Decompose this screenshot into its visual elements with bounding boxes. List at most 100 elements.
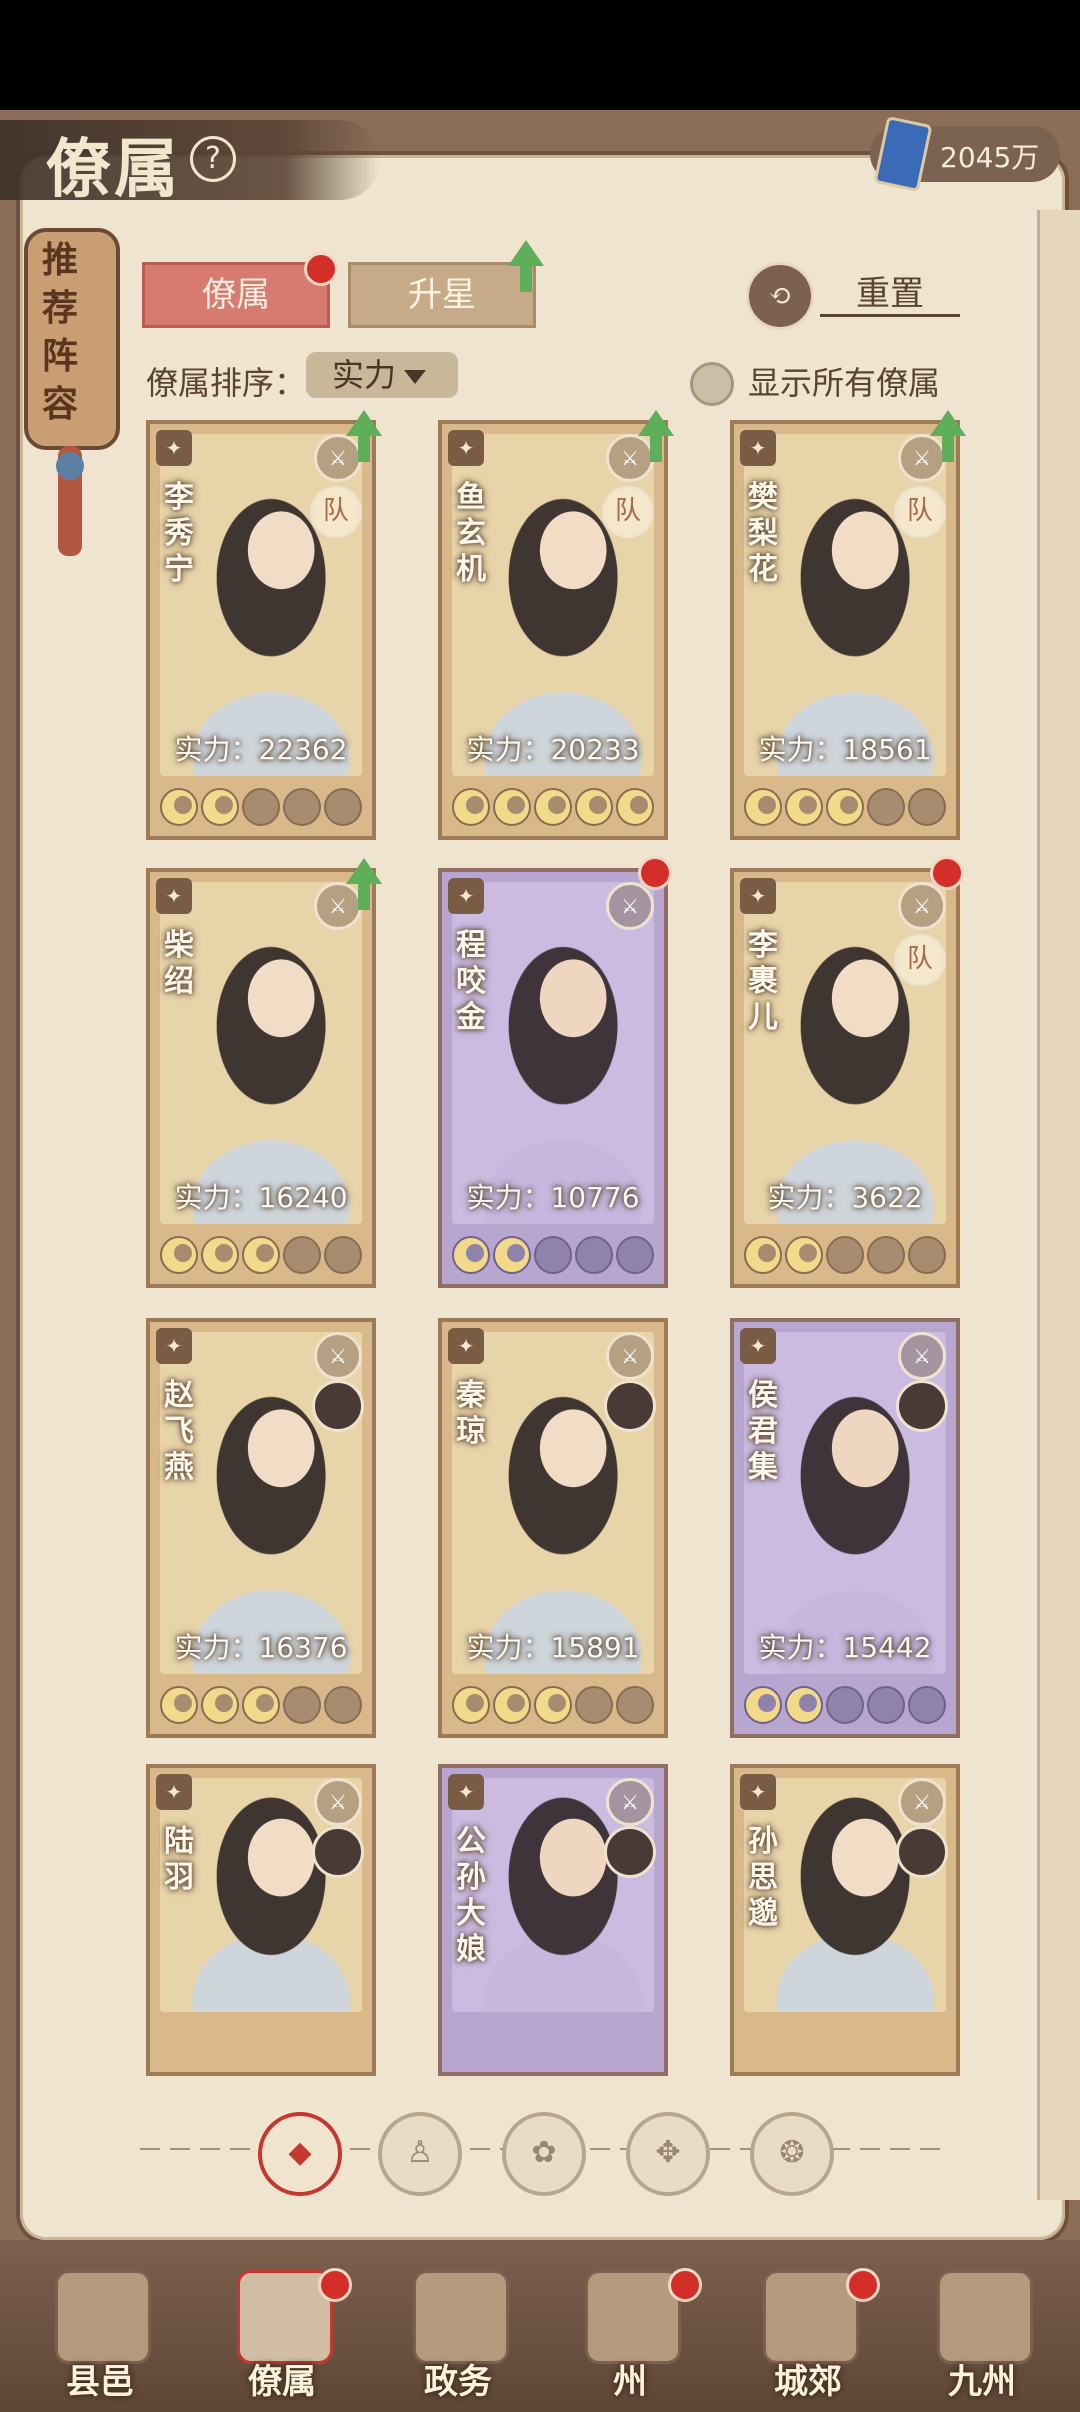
- weapon-icon: ⚔: [606, 882, 654, 930]
- moon-star-empty-icon: [283, 1236, 321, 1274]
- weapon-icon: ⚔: [898, 1778, 946, 1826]
- power-value: 实力：3622: [767, 1181, 923, 1214]
- upgrade-arrow-stem: [520, 264, 532, 292]
- retainer-name: 陆羽: [164, 1824, 194, 1895]
- retainer-card[interactable]: ✦ ⚔ 赵飞燕 实力：16376: [146, 1318, 376, 1738]
- weapon-icon: ⚔: [314, 1778, 362, 1826]
- star-rating: [744, 1686, 946, 1724]
- moon-star-empty-icon: [283, 1686, 321, 1724]
- companion-avatar-icon: [312, 1826, 364, 1878]
- star-rating: [160, 1686, 362, 1724]
- nav-label: 县邑: [66, 2362, 134, 2402]
- faction-icon: ✦: [740, 1328, 776, 1364]
- moon-star-empty-icon: [575, 1236, 613, 1274]
- upgrade-arrow-stem: [942, 434, 954, 462]
- sort-dropdown[interactable]: 实力: [306, 352, 458, 398]
- beast-filter-icon[interactable]: ✿: [502, 2112, 586, 2196]
- retainer-card[interactable]: ✦ ⚔ 陆羽: [146, 1764, 376, 2076]
- upgrade-arrow-icon: [638, 410, 674, 436]
- retainer-name: 柴绍: [164, 928, 194, 999]
- upgrade-arrow-icon: [346, 410, 382, 436]
- reset-button[interactable]: 重置: [820, 266, 960, 317]
- moon-star-filled-icon: [242, 1236, 280, 1274]
- moon-star-empty-icon: [826, 1686, 864, 1724]
- retainer-card[interactable]: ✦ ⚔ 秦琼 实力：15891: [438, 1318, 668, 1738]
- power-value: 实力：16376: [174, 1631, 348, 1664]
- moon-star-empty-icon: [867, 1686, 905, 1724]
- sort-label: 僚属排序：: [146, 364, 307, 402]
- nav-label: 州: [613, 2362, 647, 2402]
- retainer-card[interactable]: ✦ ⚔ 队 李秀宁 实力：22362: [146, 420, 376, 840]
- nav-affairs[interactable]: 政务: [388, 2262, 528, 2412]
- help-icon[interactable]: ?: [190, 136, 236, 182]
- power-value: 实力：10776: [466, 1181, 640, 1214]
- moon-star-empty-icon: [867, 788, 905, 826]
- retainer-card[interactable]: ✦ ⚔ 队 鱼玄机 实力：20233: [438, 420, 668, 840]
- moon-star-empty-icon: [908, 788, 946, 826]
- faction-icon: ✦: [448, 1774, 484, 1810]
- currency-value: 2045万: [940, 141, 1040, 174]
- companion-avatar-icon: [896, 1380, 948, 1432]
- currency-display[interactable]: 2045万: [870, 115, 1060, 193]
- moon-star-filled-icon: [201, 788, 239, 826]
- tab-retainers[interactable]: 僚属: [142, 262, 330, 328]
- tab-star-up[interactable]: 升星: [348, 262, 536, 328]
- county-gate-icon: [55, 2270, 151, 2364]
- weapon-icon: ⚔: [314, 882, 362, 930]
- star-rating: [452, 1236, 654, 1274]
- star-rating: [160, 1236, 362, 1274]
- moon-star-empty-icon: [534, 1236, 572, 1274]
- retainer-card[interactable]: ✦ ⚔ 公孙大娘: [438, 1764, 668, 2076]
- moon-star-filled-icon: [616, 788, 654, 826]
- dragon-filter-icon[interactable]: ❂: [750, 2112, 834, 2196]
- moon-star-empty-icon: [826, 1236, 864, 1274]
- moon-star-filled-icon: [493, 1686, 531, 1724]
- star-rating: [452, 788, 654, 826]
- all-filter-icon[interactable]: ◆: [258, 2112, 342, 2196]
- companion-avatar-icon: [312, 1380, 364, 1432]
- notification-dot: [304, 252, 338, 286]
- retainer-card[interactable]: ✦ ⚔ 孙思邈: [730, 1764, 960, 2076]
- mountain-pavilion-icon: [585, 2270, 681, 2364]
- power-value: 实力：16240: [174, 1181, 348, 1214]
- show-all-toggle[interactable]: [690, 362, 734, 406]
- tassel-knot: [56, 452, 84, 480]
- book-page-edge: [1037, 210, 1080, 2200]
- notification-dot: [638, 856, 672, 890]
- moon-star-filled-icon: [242, 1686, 280, 1724]
- retainer-card[interactable]: ✦ ⚔ 队 李裹儿 实力：3622: [730, 868, 960, 1288]
- faction-icon: ✦: [740, 878, 776, 914]
- recommended-team-label: 推荐阵容: [41, 239, 78, 425]
- retainer-card[interactable]: ✦ ⚔ 程咬金 实力：10776: [438, 868, 668, 1288]
- weapon-icon: ⚔: [314, 434, 362, 482]
- power-value: 实力：20233: [466, 733, 640, 766]
- moon-star-empty-icon: [616, 1686, 654, 1724]
- nav-county[interactable]: 县邑: [30, 2262, 170, 2412]
- upgrade-arrow-icon: [346, 858, 382, 884]
- upgrade-arrow-icon: [930, 410, 966, 436]
- notification-dot: [668, 2268, 702, 2302]
- moon-star-filled-icon: [534, 1686, 572, 1724]
- moon-star-filled-icon: [744, 788, 782, 826]
- reset-icon[interactable]: ⟲: [746, 262, 814, 330]
- nav-nine-provinces[interactable]: 九州: [912, 2262, 1052, 2412]
- retainer-name: 赵飞燕: [164, 1378, 194, 1485]
- upgrade-arrow-stem: [358, 882, 370, 910]
- retainer-name: 李裹儿: [748, 928, 778, 1035]
- power-value: 实力：15891: [466, 1631, 640, 1664]
- moon-star-filled-icon: [534, 788, 572, 826]
- moon-star-filled-icon: [452, 1236, 490, 1274]
- retainer-card[interactable]: ✦ ⚔ 柴绍 实力：16240: [146, 868, 376, 1288]
- team-badge: 队: [310, 486, 362, 538]
- fan-filter-icon[interactable]: ✥: [626, 2112, 710, 2196]
- retainer-card[interactable]: ✦ ⚔ 侯君集 实力：15442: [730, 1318, 960, 1738]
- moon-star-empty-icon: [867, 1236, 905, 1274]
- moon-star-empty-icon: [324, 1236, 362, 1274]
- faction-icon: ✦: [740, 430, 776, 466]
- map-scroll-icon: [937, 2270, 1033, 2364]
- retainer-name: 公孙大娘: [456, 1824, 486, 1967]
- retainer-card[interactable]: ✦ ⚔ 队 樊梨花 实力：18561: [730, 420, 960, 840]
- scholar-filter-icon[interactable]: ♙: [378, 2112, 462, 2196]
- retainer-name: 侯君集: [748, 1378, 778, 1485]
- moon-star-empty-icon: [324, 1686, 362, 1724]
